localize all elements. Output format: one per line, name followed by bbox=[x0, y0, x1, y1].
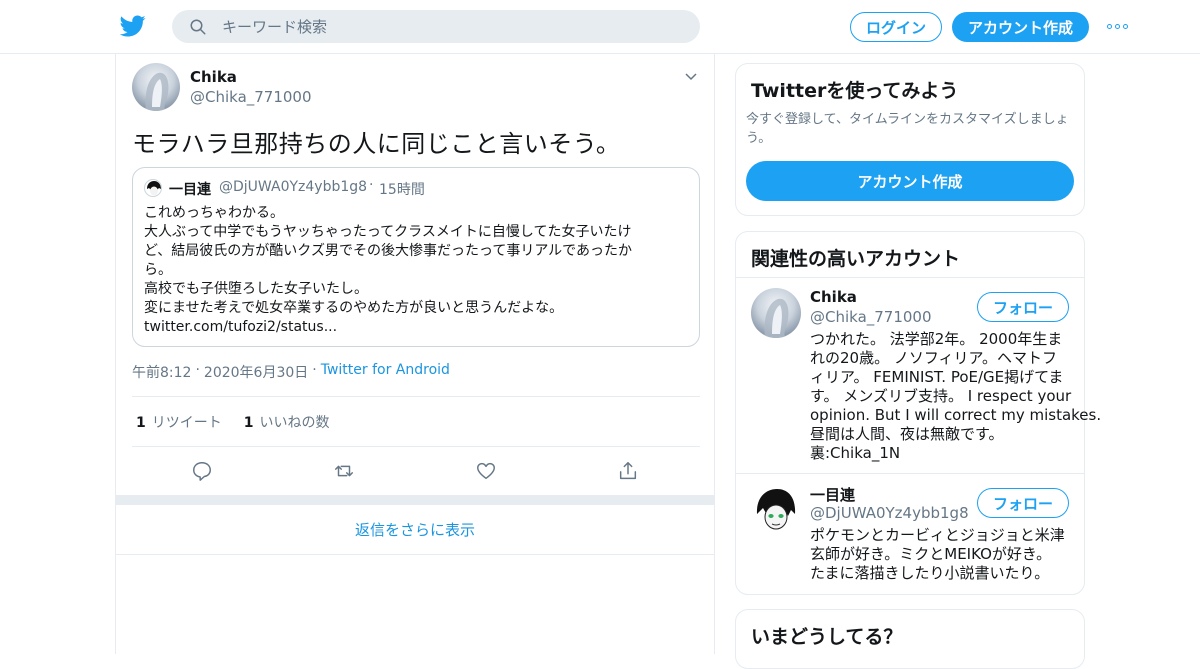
like-label: いいねの数 bbox=[259, 415, 330, 431]
tweet-text: モラハラ旦那持ちの人に同じこと言いそう。 bbox=[132, 130, 621, 158]
tweet-metadata: 午前8:12 · 2020年6月30日 · Twitter for Androi… bbox=[132, 362, 450, 382]
author-handle[interactable]: @Chika_771000 bbox=[190, 88, 312, 106]
tweet-date: 2020年6月30日 bbox=[203, 365, 309, 381]
quoted-author-name: 一目連 bbox=[169, 182, 211, 198]
bio-line: 裏:Chika_1N bbox=[810, 444, 901, 462]
related-accounts-card: 関連性の高いアカウント Chika @Chika_771000 フォロー つかれ… bbox=[735, 231, 1102, 595]
quoted-text-line: ど、結局彼氏の方が酷いクズ男でその後大惨事だったって事リアルであったか bbox=[144, 243, 633, 259]
account-name[interactable]: 一目連 bbox=[810, 484, 855, 505]
reply-icon[interactable] bbox=[191, 460, 213, 482]
trends-title: いまどうしてる？ bbox=[751, 626, 903, 648]
retweet-count: 1 bbox=[136, 415, 146, 431]
avatar-image-icon bbox=[145, 72, 169, 111]
bio-line: つかれた。 法学部2年。 2000年生ま bbox=[810, 330, 1063, 348]
quoted-tweet-text: これめっちゃわかる。 大人ぶって中学でもうヤッちゃったってクラスメイトに自慢して… bbox=[144, 204, 684, 337]
quoted-text-line: これめっちゃわかる。 bbox=[144, 205, 284, 221]
signup-card-title: Twitterを使ってみよう bbox=[751, 80, 959, 102]
bio-line: たまに落描きしたり小説書いたり。 bbox=[810, 564, 1050, 582]
avatar-image-icon bbox=[756, 489, 796, 530]
show-more-replies-link[interactable]: 返信をさらに表示 bbox=[116, 505, 714, 555]
quoted-tweet[interactable]: 一目連 @DjUWA0Yz4ybb1g8 · 15時間 これめっちゃわかる。 大… bbox=[132, 167, 700, 347]
like-count: 1 bbox=[243, 415, 254, 431]
separator-dot: · bbox=[195, 362, 200, 378]
avatar[interactable] bbox=[132, 63, 180, 111]
bio-line: opinion. But I will correct my mistakes. bbox=[810, 406, 1102, 424]
bio-line: 玄師が好き。ミクとMEIKOが好き。 bbox=[810, 545, 1052, 563]
quoted-author-avatar bbox=[144, 179, 162, 197]
avatar[interactable] bbox=[751, 486, 801, 536]
top-navigation-bar: ログイン アカウント作成 bbox=[0, 0, 1200, 54]
quoted-tweet-time: 15時間 bbox=[379, 182, 425, 198]
account-name[interactable]: Chika bbox=[810, 288, 857, 306]
quoted-author-handle: @DjUWA0Yz4ybb1g8 bbox=[219, 179, 368, 195]
avatar[interactable] bbox=[751, 288, 801, 338]
search-input[interactable] bbox=[222, 17, 662, 36]
chevron-down-icon[interactable] bbox=[684, 70, 698, 84]
retweet-stat[interactable]: 1 リツイート bbox=[136, 412, 222, 432]
bio-line: す。 メンズリブ支持。 I respect your bbox=[810, 387, 1072, 405]
avatar-image-icon bbox=[764, 298, 789, 338]
quoted-text-line: ら。 bbox=[144, 262, 172, 278]
signup-button[interactable]: アカウント作成 bbox=[952, 12, 1089, 42]
tweet-stats: 1 リツイート 1 いいねの数 bbox=[136, 412, 330, 432]
bio-line: 昼間は人間、夜は無敵です。 bbox=[810, 425, 1004, 443]
author-name[interactable]: Chika bbox=[190, 68, 237, 86]
signup-card-description: 今すぐ登録して、タイムラインをカスタマイズしましょう。 bbox=[746, 112, 1069, 146]
quoted-text-line: 変にませた考えで処女卒業するのやめた方が良いと思うんだよな。 bbox=[144, 300, 564, 316]
retweet-icon[interactable] bbox=[333, 460, 355, 482]
main-timeline-column: Chika @Chika_771000 モラハラ旦那持ちの人に同じこと言いそう。… bbox=[115, 54, 715, 654]
bio-line: ポケモンとカービィとジョジョと米津 bbox=[810, 526, 1065, 544]
signup-card: Twitterを使ってみよう 今すぐ登録して、タイムラインをカスタマイズしましょ… bbox=[735, 63, 1085, 216]
quoted-link[interactable]: twitter.com/tufozi2/status... bbox=[144, 318, 684, 337]
signup-card-button[interactable]: アカウント作成 bbox=[746, 161, 1074, 201]
tweet-time: 午前8:12 bbox=[132, 365, 192, 381]
separator-dot: · bbox=[369, 177, 374, 193]
more-options-icon[interactable] bbox=[1107, 21, 1129, 31]
tweet-source-link[interactable]: Twitter for Android bbox=[321, 362, 450, 382]
account-handle[interactable]: @DjUWA0Yz4ybb1g8 bbox=[810, 504, 969, 522]
divider bbox=[132, 446, 700, 447]
login-button[interactable]: ログイン bbox=[850, 12, 942, 42]
follow-button[interactable]: フォロー bbox=[977, 292, 1069, 322]
divider bbox=[132, 396, 700, 397]
quoted-text-line: 高校でも子供堕ろした女子いたし。 bbox=[144, 281, 368, 297]
quoted-text-line: 大人ぶって中学でもうヤッちゃったってクラスメイトに自慢してた女子いたけ bbox=[144, 224, 632, 240]
separator-dot: · bbox=[312, 362, 317, 378]
account-handle[interactable]: @Chika_771000 bbox=[810, 308, 932, 326]
section-divider bbox=[116, 495, 714, 505]
bio-line: れの20歳。 ノソフィリア。ヘマトフ bbox=[810, 349, 1058, 367]
divider bbox=[736, 277, 1084, 278]
tweet-actions bbox=[191, 460, 651, 482]
share-icon[interactable] bbox=[617, 460, 639, 482]
divider bbox=[736, 473, 1084, 474]
follow-button[interactable]: フォロー bbox=[977, 488, 1069, 518]
search-box[interactable] bbox=[172, 10, 700, 43]
account-bio: ポケモンとカービィとジョジョと米津 玄師が好き。ミクとMEIKOが好き。 たまに… bbox=[810, 526, 1074, 583]
twitter-bird-icon[interactable] bbox=[120, 13, 146, 39]
like-stat[interactable]: 1 いいねの数 bbox=[244, 412, 330, 432]
related-accounts-title: 関連性の高いアカウント bbox=[751, 248, 961, 270]
trends-card: いまどうしてる？ bbox=[735, 609, 1085, 669]
account-bio: つかれた。 法学部2年。 2000年生ま れの20歳。 ノソフィリア。ヘマトフ … bbox=[810, 330, 1102, 463]
search-icon bbox=[190, 19, 206, 34]
retweet-label: リツイート bbox=[151, 415, 222, 431]
heart-icon[interactable] bbox=[475, 460, 497, 482]
bio-line: ィリア。 FEMINIST. PoE/GE掲げてま bbox=[810, 368, 1064, 386]
